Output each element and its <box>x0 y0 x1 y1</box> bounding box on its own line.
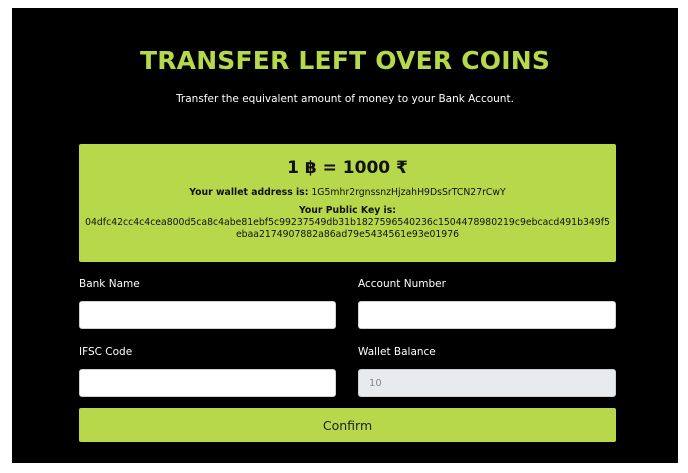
wallet-address-line: Your wallet address is: 1G5mhr2rgnssnzHj… <box>79 187 616 198</box>
wallet-balance-label: Wallet Balance <box>358 346 436 358</box>
exchange-rate: 1 ฿ = 1000 ₹ <box>287 158 408 178</box>
ifsc-code-label: IFSC Code <box>79 346 133 358</box>
account-number-label: Account Number <box>358 278 446 290</box>
wallet-address-value: 1G5mhr2rgnssnzHjzahH9DsSrTCN27rCwY <box>311 187 506 198</box>
account-number-input[interactable] <box>358 301 616 329</box>
public-key-value: 04dfc42cc4c4cea800d5ca8c4abe81ebf5c99237… <box>85 217 610 240</box>
public-key-label: Your Public Key is: <box>299 205 396 216</box>
bank-name-input[interactable] <box>79 301 336 329</box>
confirm-button[interactable]: Confirm <box>79 408 616 442</box>
transfer-panel: TRANSFER LEFT OVER COINS Transfer the eq… <box>12 8 678 463</box>
wallet-balance-field <box>358 369 616 397</box>
page-subtitle: Transfer the equivalent amount of money … <box>176 93 514 105</box>
wallet-info-box: 1 ฿ = 1000 ₹ Your wallet address is: 1G5… <box>79 144 616 262</box>
wallet-address-label: Your wallet address is: <box>189 187 309 198</box>
bank-name-label: Bank Name <box>79 278 140 290</box>
ifsc-code-input[interactable] <box>79 369 336 397</box>
page-title: TRANSFER LEFT OVER COINS <box>139 46 551 75</box>
